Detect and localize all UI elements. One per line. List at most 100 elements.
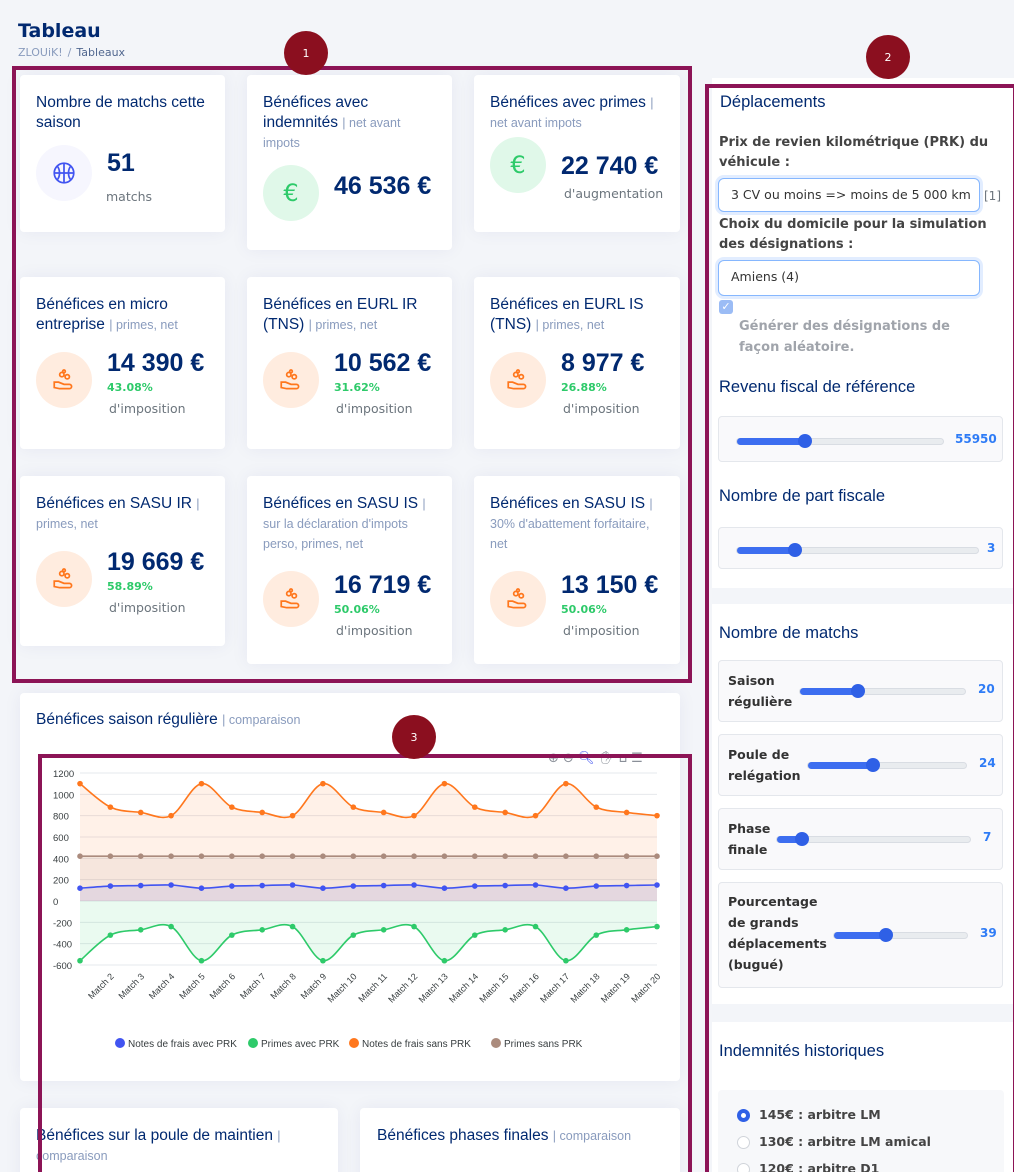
match-slider-thumb[interactable] [795, 832, 810, 846]
data-point [289, 812, 296, 819]
kpi-value: 19 669 € [107, 548, 205, 576]
kpi-card-subtitle: | primes, net [535, 318, 605, 332]
data-point [259, 927, 266, 933]
kpi-value: 13 150 € [561, 571, 659, 599]
kpi-percentage: 31.62% [334, 381, 380, 394]
data-point [563, 853, 569, 859]
data-point [380, 853, 387, 859]
data-point [623, 927, 630, 933]
breadcrumb-home[interactable]: ZLOUiK! [18, 46, 63, 59]
domicile-select[interactable]: Amiens (4) [718, 260, 980, 296]
parts-slider[interactable] [736, 543, 979, 557]
data-point [623, 882, 630, 889]
cash-hand-icon [263, 352, 319, 408]
data-point [441, 853, 448, 859]
data-point [107, 804, 114, 810]
kpi-percentage: 50.06% [334, 603, 380, 616]
indemnite-radio[interactable] [737, 1163, 750, 1172]
data-point [198, 885, 205, 891]
data-point [350, 853, 357, 859]
match-slider-value: 24 [979, 756, 996, 770]
indemnites-panel: Indemnités historiques 145€ : arbitre LM… [712, 1022, 1014, 1172]
kpi-card-title: Bénéfices en SASU IS | 30% d'abattement … [490, 494, 668, 554]
kpi-value: 46 536 € [334, 172, 432, 200]
match-slider[interactable] [799, 684, 966, 698]
x-tick-label: Match 12 [386, 971, 419, 1004]
match-slider-box: Poule de relégation 24 [718, 734, 1003, 796]
kpi-card-subtitle: | primes, net [109, 318, 178, 332]
y-tick-label: 0 [53, 897, 58, 908]
parts-title: Nombre de part fiscale [719, 487, 885, 505]
data-point [502, 853, 508, 859]
data-point [137, 853, 144, 859]
data-point [532, 923, 539, 930]
indemnite-radio[interactable] [737, 1136, 750, 1149]
data-point [168, 923, 174, 930]
data-point [654, 812, 660, 819]
match-slider[interactable] [833, 928, 968, 942]
data-point [411, 882, 417, 888]
kpi-unit: d'imposition [336, 401, 413, 416]
phases-finales-title-text: Bénéfices phases finales [377, 1127, 549, 1144]
indemnites-radio-group: 145€ : arbitre LM 130€ : arbitre LM amica… [718, 1090, 1004, 1172]
kpi-unit: d'imposition [336, 623, 413, 638]
match-slider[interactable] [807, 758, 967, 772]
match-slider-thumb[interactable] [878, 928, 893, 942]
y-tick-label: 1200 [53, 769, 74, 780]
random-checkbox[interactable]: ✓ [719, 300, 733, 314]
matchs-title: Nombre de matchs [719, 624, 859, 642]
chart-svg: 1200 1000 800 600 400 200 0 -200 -400 -600 Match 2… [53, 769, 662, 1050]
annotation-marker-2: 2 [866, 35, 910, 79]
data-point [563, 780, 569, 787]
data-point [320, 853, 326, 859]
data-point [441, 780, 448, 787]
kpi-card-title-text: Bénéfices avec primes [490, 94, 646, 111]
revenu-slider[interactable] [736, 434, 944, 448]
data-point [229, 853, 235, 859]
page-title: Tableau [18, 20, 101, 42]
data-point [350, 883, 357, 889]
parts-value: 3 [987, 541, 996, 555]
kpi-unit: d'imposition [563, 623, 640, 638]
kpi-card: Bénéfices en EURL IR (TNS) | primes, net… [247, 277, 452, 449]
match-slider-value: 20 [978, 682, 995, 696]
prk-reference-link[interactable]: [1] [984, 189, 1001, 203]
match-slider-value: 7 [983, 830, 992, 844]
x-tick-label: Match 17 [538, 971, 571, 1004]
match-slider[interactable] [776, 832, 971, 846]
prk-label: Prix de revien kilométrique (PRK) du véh… [719, 135, 989, 170]
data-point [168, 853, 174, 859]
breadcrumb-current: Tableaux [76, 46, 126, 59]
kpi-card-title: Bénéfices en SASU IR | primes, net [36, 494, 213, 534]
cash-hand-icon [36, 551, 92, 607]
x-tick-label: Match 14 [447, 971, 480, 1004]
revenu-slider-box: 55950 [718, 416, 1003, 462]
match-slider-thumb[interactable] [850, 684, 865, 698]
data-point [198, 957, 205, 964]
parts-slider-thumb[interactable] [787, 543, 802, 557]
match-slider-thumb[interactable] [865, 758, 880, 772]
indemnite-radio-label: 130€ : arbitre LM amical [759, 1134, 931, 1149]
domicile-label: Choix du domicile pour la simulation des… [719, 217, 987, 252]
kpi-percentage: 26.88% [561, 381, 607, 394]
euro-icon: € [263, 165, 319, 221]
data-point [623, 853, 630, 859]
data-point [411, 923, 417, 930]
data-point [654, 923, 660, 930]
random-label: Générer des désignations de façon aléato… [739, 319, 951, 355]
data-point [198, 780, 205, 787]
prk-select[interactable]: 3 CV ou moins => moins de 5 000 km [718, 178, 980, 212]
kpi-card-title: Nombre de matchs cette saison [36, 93, 213, 133]
kpi-card: Bénéfices en SASU IS | sur la déclaratio… [247, 476, 452, 664]
parts-slider-fill [737, 547, 795, 554]
match-slider-box: Saison régulière 20 [718, 660, 1003, 722]
data-point [229, 883, 235, 889]
kpi-unit: d'imposition [563, 401, 640, 416]
kpi-card: Bénéfices en micro entreprise | primes, … [20, 277, 225, 449]
kpi-unit: d'imposition [109, 401, 186, 416]
match-slider-label: Saison régulière [728, 673, 793, 709]
indemnite-radio[interactable] [737, 1109, 750, 1122]
poule-maintien-title-text: Bénéfices sur la poule de maintien [36, 1127, 273, 1144]
kpi-card-title: Bénéfices en SASU IS | sur la déclaratio… [263, 494, 440, 554]
revenu-slider-thumb[interactable] [797, 434, 812, 448]
